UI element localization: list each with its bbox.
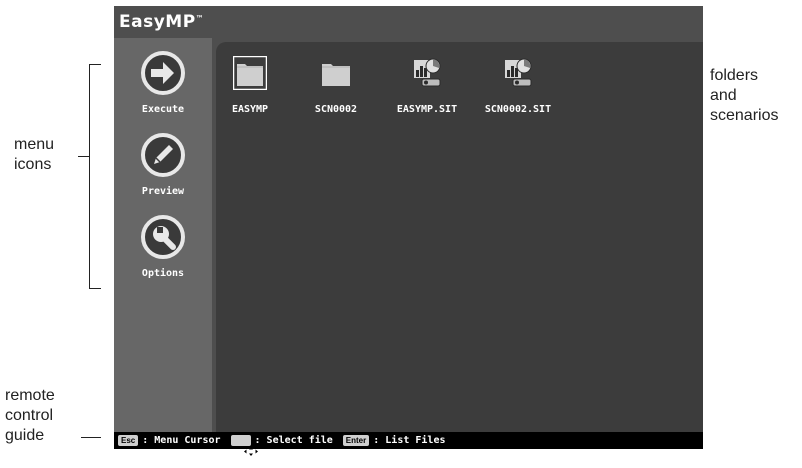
folder-selected-icon bbox=[233, 56, 267, 90]
menu-bracket-vertical bbox=[89, 64, 90, 288]
easymp-screen: EasyMP™ Execute Preview Options EASYMP S… bbox=[114, 6, 703, 457]
remote-control-guide: Esc : Menu Cursor : Select file Enter : … bbox=[114, 432, 703, 457]
file-browser: EASYMP SCN0002 EASYMP.SIT SCN0002.SIT bbox=[216, 42, 703, 432]
options-menu-item[interactable]: Options bbox=[114, 214, 212, 279]
options-label: Options bbox=[141, 268, 185, 279]
preview-menu-item[interactable]: Preview bbox=[114, 132, 212, 197]
file-label: SCN0002.SIT bbox=[484, 104, 552, 115]
remote-guide-pointer bbox=[81, 437, 101, 438]
menu-bracket-top bbox=[89, 64, 101, 65]
arrow-right-circle-icon bbox=[141, 51, 185, 95]
folders-annotation: folders and scenarios bbox=[710, 67, 779, 124]
execute-label: Execute bbox=[141, 104, 185, 115]
scenario-icon bbox=[505, 58, 532, 87]
file-item-scn0002[interactable]: SCN0002 bbox=[296, 56, 376, 115]
file-item-easymp-sit[interactable]: EASYMP.SIT bbox=[387, 56, 467, 115]
file-item-easymp[interactable]: EASYMP bbox=[210, 56, 290, 115]
preview-label: Preview bbox=[141, 186, 185, 197]
pencil-circle-icon bbox=[141, 133, 185, 177]
menu-sidebar: Execute Preview Options bbox=[114, 38, 212, 432]
enter-hint: : List Files bbox=[373, 435, 446, 446]
file-label: EASYMP bbox=[231, 104, 269, 115]
menu-icons-annotation: menu icons bbox=[14, 136, 55, 173]
file-label: SCN0002 bbox=[314, 104, 358, 115]
menu-bracket-bottom bbox=[89, 288, 101, 289]
folder-icon bbox=[322, 64, 350, 86]
easymp-logo: EasyMP™ bbox=[119, 12, 205, 32]
file-label: EASYMP.SIT bbox=[396, 104, 458, 115]
remote-guide-annotation: remote control guide bbox=[5, 387, 55, 444]
dpad-hint: : Select file bbox=[254, 435, 333, 446]
esc-key: Esc bbox=[118, 435, 139, 446]
scenario-icon bbox=[414, 58, 441, 87]
enter-key: Enter bbox=[342, 435, 370, 446]
menu-bracket-pointer bbox=[78, 156, 89, 157]
esc-hint: : Menu Cursor bbox=[142, 435, 221, 446]
wrench-circle-icon bbox=[141, 215, 185, 259]
execute-menu-item[interactable]: Execute bbox=[114, 50, 212, 115]
dpad-icon bbox=[230, 435, 258, 457]
file-item-scn0002-sit[interactable]: SCN0002.SIT bbox=[478, 56, 558, 115]
